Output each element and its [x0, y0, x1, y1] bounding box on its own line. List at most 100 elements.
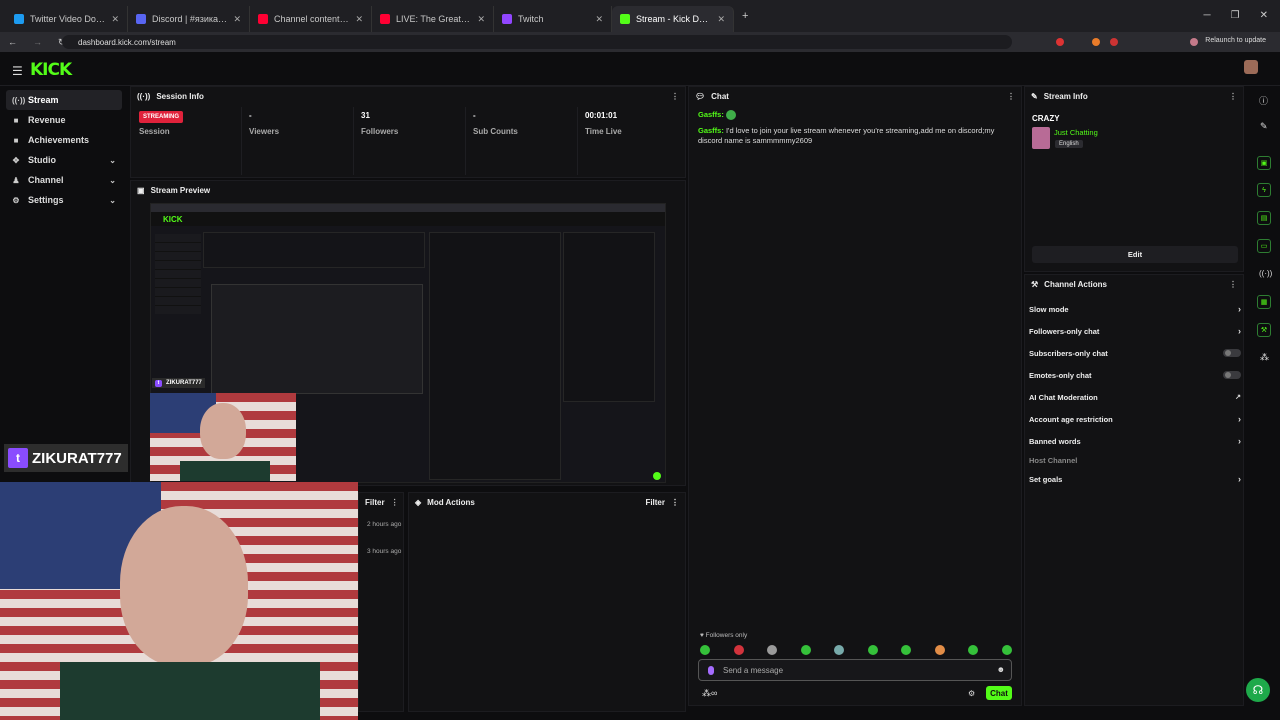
document-icon[interactable]: ▤ [1257, 211, 1271, 225]
info-icon[interactable]: ⓘ [1259, 94, 1268, 107]
back-icon[interactable]: ← [8, 37, 17, 47]
close-icon[interactable]: ✕ [477, 14, 485, 25]
sidebar-item-stream[interactable]: ((·)) Stream [6, 90, 122, 110]
browser-tab[interactable]: Channel content - YouTube Stu✕ [250, 6, 372, 32]
chevron-right-icon: › [1238, 414, 1241, 424]
sidebar-item-revenue[interactable]: ■ Revenue [6, 110, 122, 130]
new-tab-button[interactable]: + [734, 10, 756, 32]
emote-icon[interactable] [700, 645, 710, 655]
action-followers-only-chat[interactable]: Followers-only chat › [1029, 323, 1241, 339]
sidebar-item-channel[interactable]: ♟ Channel ⌄ [6, 170, 122, 190]
action-set-goals[interactable]: Set goals › [1029, 471, 1241, 487]
pencil-icon[interactable]: ✎ [1260, 121, 1268, 132]
preview-sidebar [155, 234, 201, 314]
support-button[interactable]: ☊ [1246, 678, 1270, 702]
revenue-icon: ■ [13, 115, 19, 125]
viewers-stat: - Viewers [249, 111, 280, 136]
filter-button[interactable]: Filter [365, 498, 385, 507]
status-badge: STREAMING [139, 111, 183, 123]
emote-icon[interactable] [834, 645, 845, 655]
kick-icon [620, 14, 630, 24]
minimize-icon[interactable]: ─ [1204, 10, 1211, 21]
browser-tab-active[interactable]: Stream - Kick Dashboard✕ [612, 6, 734, 32]
gear-icon[interactable]: ⚙ [968, 689, 975, 698]
emote-icon[interactable] [733, 645, 744, 655]
action-ai-chat-moderation[interactable]: AI Chat Moderation ↗ [1029, 389, 1241, 405]
panel-header: ((·)) Session Info ⋮ [137, 91, 679, 101]
emote-icon[interactable] [867, 645, 878, 655]
extension-icon[interactable] [1056, 38, 1064, 46]
chat-icon[interactable]: ▭ [1257, 239, 1271, 253]
discord-icon [136, 14, 146, 24]
kick-logo[interactable]: KICK [30, 60, 72, 80]
broadcast-icon: ((·)) [12, 95, 26, 105]
action-account-age-restriction[interactable]: Account age restriction › [1029, 411, 1241, 427]
pencil-icon: ✎ [1031, 91, 1038, 101]
sidebar-item-studio[interactable]: ✥ Studio ⌄ [6, 150, 122, 170]
browser-tab[interactable]: Discord | #язиканще | Faffair✕ [128, 6, 250, 32]
shield-icon: ◈ [415, 497, 422, 507]
browser-tab[interactable]: Twitch ✕ [494, 6, 612, 32]
headset-icon: ☊ [1252, 683, 1264, 697]
close-icon[interactable]: ✕ [111, 14, 119, 25]
action-subscribers-only-chat: Subscribers-only chat [1029, 345, 1241, 361]
emoji-icon[interactable]: ☻ [997, 665, 1005, 674]
emote-icon[interactable] [968, 645, 979, 655]
extension-icon[interactable] [1092, 38, 1100, 46]
avatar[interactable] [1244, 60, 1258, 74]
close-icon[interactable]: ✕ [595, 14, 603, 25]
users-icon: ⁂ [702, 688, 711, 698]
activity-panel: Filter ⋮ 2 hours ago 3 hours ago [358, 492, 404, 712]
chat-tools[interactable]: ⁂∞ [702, 688, 717, 699]
more-icon[interactable]: ⋮ [671, 92, 679, 101]
more-icon[interactable]: ⋮ [391, 498, 399, 507]
browser-tab[interactable]: Twitter Video Downloader - Do✕ [6, 6, 128, 32]
emote-icon[interactable] [767, 645, 778, 655]
chat-input[interactable]: Send a message ☻ [698, 659, 1012, 681]
camera-icon[interactable]: ▣ [1257, 156, 1271, 170]
more-icon[interactable]: ⋮ [1229, 92, 1237, 101]
broadcast-icon[interactable]: ((·)) [1259, 269, 1272, 278]
more-icon[interactable]: ⋮ [1229, 280, 1237, 289]
filter-button[interactable]: Filter [645, 498, 665, 507]
toggle-switch[interactable] [1223, 371, 1241, 379]
menu-icon[interactable]: ☰ [12, 64, 23, 78]
more-icon[interactable]: ⋮ [671, 498, 679, 507]
wrench-icon[interactable]: ⚒ [1257, 323, 1271, 337]
profile-icon[interactable] [1190, 38, 1198, 46]
layout-icon[interactable]: ▦ [1257, 295, 1271, 309]
edit-button[interactable]: Edit [1032, 246, 1238, 263]
top-nav: ☰ KICK [0, 52, 1280, 86]
preview-dot [653, 472, 661, 480]
youtube-icon [258, 14, 268, 24]
toggle-switch[interactable] [1223, 349, 1241, 357]
chevron-right-icon: › [1238, 304, 1241, 314]
emote-icon[interactable] [901, 645, 912, 655]
chat-send-button[interactable]: Chat [986, 686, 1012, 700]
close-icon[interactable]: ✕ [355, 14, 363, 25]
close-icon[interactable]: ✕ [717, 14, 725, 25]
external-link-icon: ↗ [1235, 394, 1241, 401]
sidebar-item-settings[interactable]: ⚙ Settings ⌄ [6, 190, 122, 210]
browser-tab[interactable]: LIVE: The Great FREE SPEEC✕ [372, 6, 494, 32]
emote-icon[interactable] [1001, 645, 1012, 655]
extension-icon[interactable] [1110, 38, 1118, 46]
emote-icon[interactable] [934, 645, 945, 655]
bolt-icon[interactable]: ϟ [1257, 183, 1271, 197]
url-field[interactable]: dashboard.kick.com/stream [62, 35, 1012, 49]
language-tag: English [1055, 140, 1083, 148]
action-slow-mode[interactable]: Slow mode › [1029, 301, 1241, 317]
sidebar-item-achievements[interactable]: ■ Achievements [6, 130, 122, 150]
close-window-icon[interactable]: ✕ [1260, 10, 1268, 21]
maximize-icon[interactable]: ❐ [1231, 10, 1240, 21]
session-info-panel: ((·)) Session Info ⋮ STREAMING Session - Vie… [130, 86, 686, 178]
category-name[interactable]: Just Chatting [1054, 128, 1098, 137]
emote-icon[interactable] [800, 645, 811, 655]
close-icon[interactable]: ✕ [233, 14, 241, 25]
action-banned-words[interactable]: Banned words › [1029, 433, 1241, 449]
relaunch-button[interactable]: Relaunch to update [1205, 37, 1266, 44]
forward-icon[interactable]: → [33, 37, 42, 47]
chevron-right-icon: › [1238, 474, 1241, 484]
more-icon[interactable]: ⋮ [1007, 92, 1015, 101]
users-icon[interactable]: ⁂ [1260, 352, 1269, 363]
